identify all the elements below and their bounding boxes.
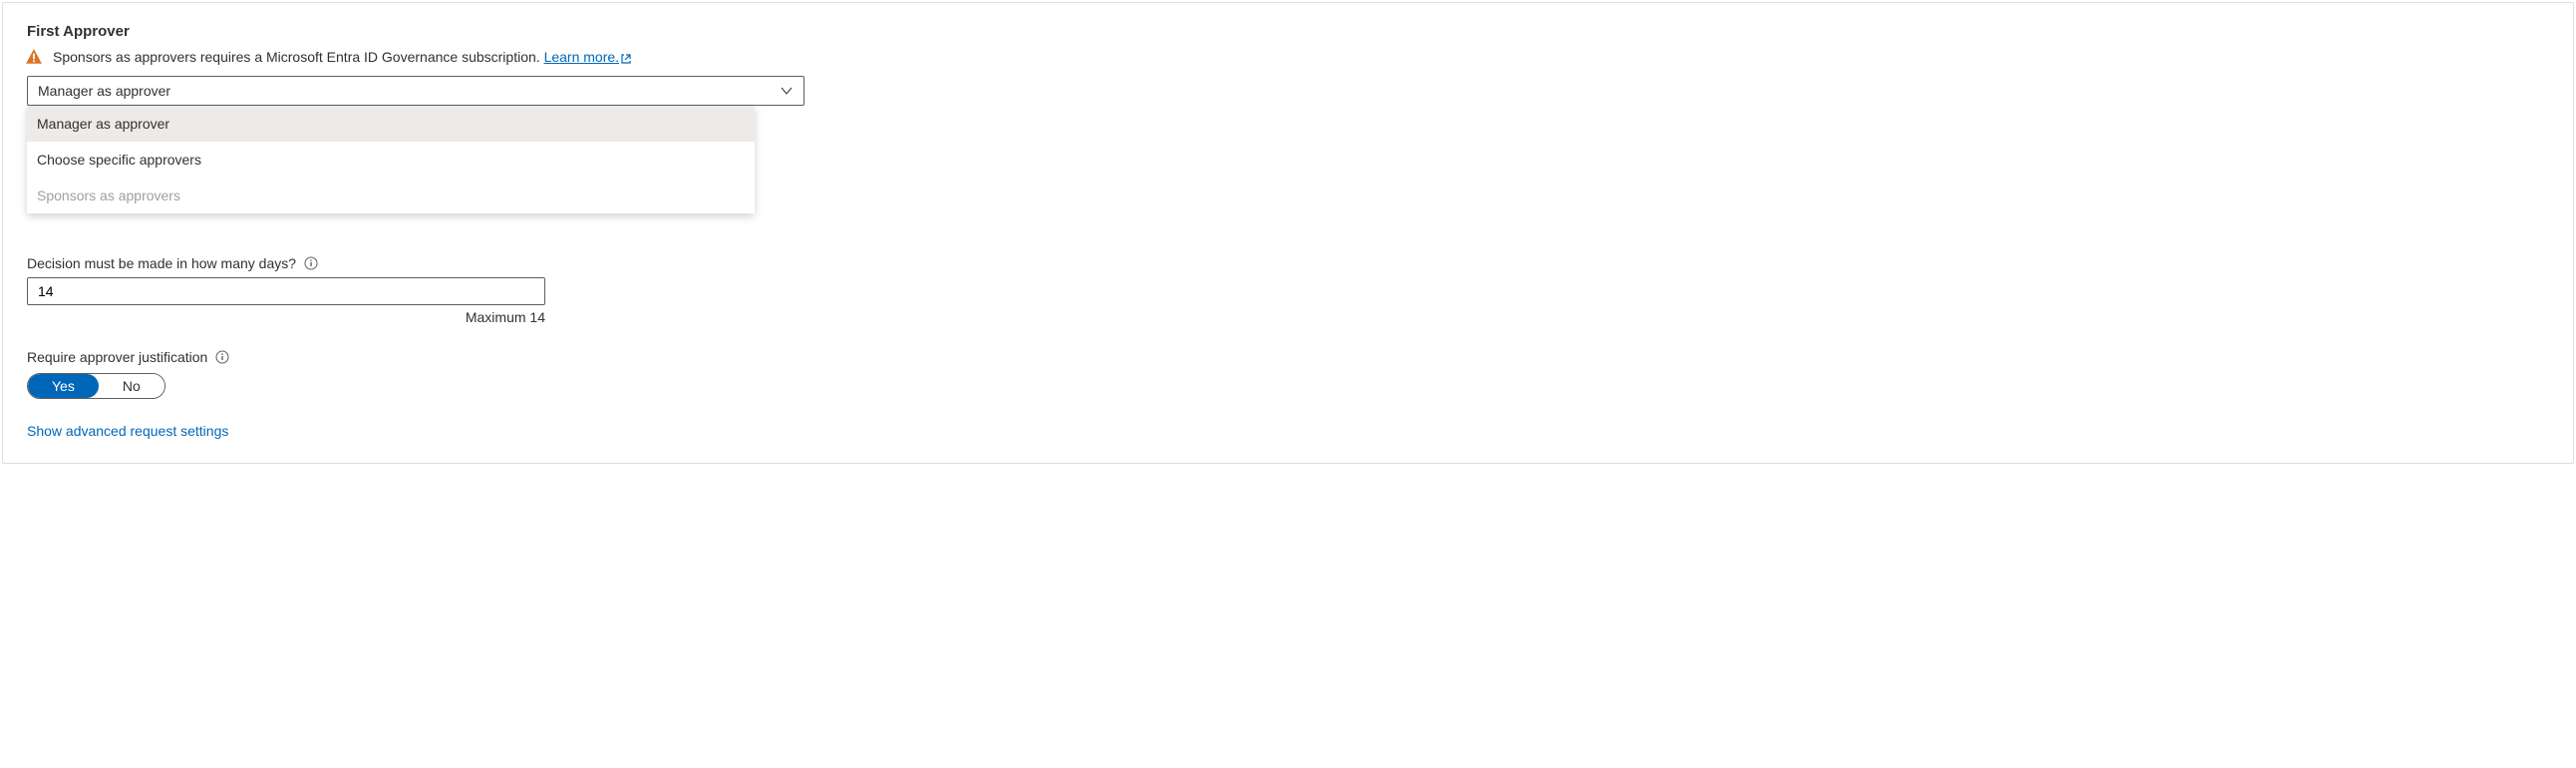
justification-toggle: Yes No: [27, 373, 165, 399]
decision-days-input[interactable]: [27, 277, 545, 305]
warning-text-content: Sponsors as approvers requires a Microso…: [53, 49, 544, 65]
decision-days-label-row: Decision must be made in how many days?: [27, 255, 2549, 271]
info-icon[interactable]: [215, 350, 229, 364]
option-sponsors-as-approvers: Sponsors as approvers: [27, 178, 755, 213]
show-advanced-settings-link[interactable]: Show advanced request settings: [27, 423, 228, 439]
warning-text: Sponsors as approvers requires a Microso…: [53, 49, 632, 65]
justification-label-row: Require approver justification: [27, 349, 2549, 365]
decision-days-helper: Maximum 14: [27, 309, 545, 325]
chevron-down-icon: [780, 84, 794, 98]
warning-message: Sponsors as approvers requires a Microso…: [25, 48, 2549, 66]
external-link-icon: [620, 52, 632, 64]
approver-dropdown: Manager as approver Manager as approver …: [27, 76, 805, 106]
option-manager-as-approver[interactable]: Manager as approver: [27, 106, 755, 142]
learn-more-label: Learn more.: [544, 49, 619, 65]
approver-select[interactable]: Manager as approver: [27, 76, 805, 106]
toggle-yes[interactable]: Yes: [28, 374, 99, 398]
justification-label: Require approver justification: [27, 349, 207, 365]
section-title: First Approver: [27, 23, 2549, 40]
option-choose-specific-approvers[interactable]: Choose specific approvers: [27, 142, 755, 178]
info-icon[interactable]: [304, 256, 318, 270]
decision-days-label: Decision must be made in how many days?: [27, 255, 296, 271]
learn-more-link[interactable]: Learn more.: [544, 49, 632, 65]
first-approver-panel: First Approver Sponsors as approvers req…: [2, 2, 2574, 464]
approver-dropdown-list: Manager as approver Choose specific appr…: [27, 106, 755, 213]
approver-selected-value: Manager as approver: [38, 83, 170, 99]
toggle-no[interactable]: No: [99, 374, 164, 398]
decision-days-field: Decision must be made in how many days? …: [27, 255, 2549, 325]
justification-field: Require approver justification Yes No: [27, 349, 2549, 399]
warning-triangle-icon: [25, 48, 43, 66]
